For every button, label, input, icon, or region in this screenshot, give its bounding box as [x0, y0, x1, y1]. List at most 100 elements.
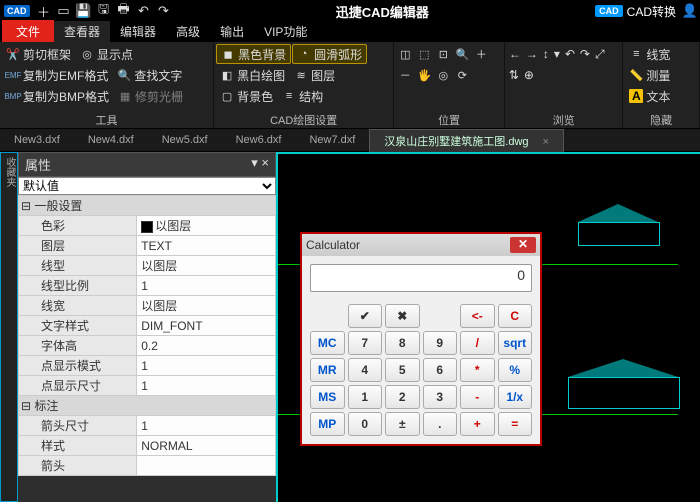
cat-general[interactable]: ⊟ 一般设置: [19, 196, 276, 216]
pos-button-1[interactable]: ◫: [396, 44, 414, 64]
pos-button-3[interactable]: ⊡: [434, 44, 452, 64]
calc-key-4[interactable]: 4: [348, 358, 383, 382]
calc-key-1/x[interactable]: 1/x: [498, 385, 533, 409]
group-tools-label: 工具: [0, 112, 213, 128]
plus-icon[interactable]: ＋: [34, 2, 54, 20]
browse-right[interactable]: →: [524, 44, 540, 64]
undo-icon[interactable]: ↶: [134, 2, 154, 20]
calc-key-=[interactable]: =: [498, 412, 533, 436]
browse-more[interactable]: ▾: [552, 44, 562, 64]
print-icon[interactable]: 🖶: [114, 2, 134, 20]
menu-viewer[interactable]: 查看器: [54, 21, 110, 42]
pos-button-9[interactable]: ⟳: [453, 65, 471, 85]
save-icon[interactable]: 💾: [74, 2, 94, 20]
text-button[interactable]: A文本: [625, 86, 674, 106]
pos-button-8[interactable]: ◎: [434, 65, 452, 85]
doctab-active[interactable]: 汉泉山庄别墅建筑施工图.dwg×: [369, 129, 564, 152]
menu-output[interactable]: 输出: [210, 21, 254, 42]
structure-button[interactable]: ≡结构: [278, 86, 327, 106]
saveall-icon[interactable]: 🖫: [94, 2, 114, 20]
browse-a1[interactable]: ↶: [563, 44, 577, 64]
calc-key-±[interactable]: ±: [385, 412, 420, 436]
browse-a2[interactable]: ↷: [578, 44, 592, 64]
find-text-button[interactable]: 🔍查找文字: [113, 65, 186, 85]
doctab[interactable]: New7.dxf: [295, 131, 369, 149]
arc-icon: ◔: [297, 47, 311, 61]
pos-button-5[interactable]: ＋: [472, 44, 490, 64]
pos-button-2[interactable]: ⬚: [415, 44, 433, 64]
pos-button-4[interactable]: 🔍: [453, 44, 471, 64]
properties-pin-icon[interactable]: ▾ ×: [251, 155, 269, 174]
close-tab-icon[interactable]: ×: [543, 136, 549, 148]
doctab[interactable]: New3.dxf: [0, 131, 74, 149]
pos-button-7[interactable]: 🖐: [415, 65, 433, 85]
calc-key-C[interactable]: C: [498, 304, 533, 328]
calc-key-✔[interactable]: ✔: [348, 304, 383, 328]
calc-key-.[interactable]: .: [423, 412, 458, 436]
doctab[interactable]: New4.dxf: [74, 131, 148, 149]
black-bg-button[interactable]: ◼黑色背景: [216, 44, 291, 64]
calc-key-2[interactable]: 2: [385, 385, 420, 409]
calc-key-0[interactable]: 0: [348, 412, 383, 436]
layer-button[interactable]: ≋图层: [290, 65, 339, 85]
clip-frame-button[interactable]: ✂️剪切框架: [2, 44, 75, 64]
browse-a4[interactable]: ⇅: [507, 65, 521, 85]
calc-key-MC[interactable]: MC: [310, 331, 345, 355]
linewidth-button[interactable]: ≡线宽: [625, 44, 674, 64]
browse-a5[interactable]: ⊕: [522, 65, 536, 85]
text-a-icon: A: [629, 89, 643, 103]
smooth-arc-button[interactable]: ◔圆滑弧形: [292, 44, 367, 64]
calc-key-3[interactable]: 3: [423, 385, 458, 409]
calc-key-+[interactable]: +: [460, 412, 495, 436]
doctab[interactable]: New5.dxf: [148, 131, 222, 149]
calc-key--[interactable]: -: [460, 385, 495, 409]
calc-key-%[interactable]: %: [498, 358, 533, 382]
calc-key-*[interactable]: *: [460, 358, 495, 382]
browse-up[interactable]: ↕: [541, 44, 551, 64]
show-point-button[interactable]: ◎显示点: [76, 44, 137, 64]
redo-icon[interactable]: ↷: [154, 2, 174, 20]
calc-key-7[interactable]: 7: [348, 331, 383, 355]
bgcolor-button[interactable]: ▢背景色: [216, 86, 277, 106]
calc-key-✖[interactable]: ✖: [385, 304, 420, 328]
menu-vip[interactable]: VIP功能: [254, 21, 317, 42]
calculator-window[interactable]: Calculator ✕ 0 ✔✖<-CMC789/sqrtMR456*%MS1…: [300, 232, 542, 446]
browse-a3[interactable]: ⤢: [593, 44, 607, 64]
menu-editor[interactable]: 编辑器: [110, 21, 166, 42]
app-title: 迅捷CAD编辑器: [174, 2, 592, 21]
copy-emf-button[interactable]: EMF复制为EMF格式: [2, 65, 112, 85]
calculator-title: Calculator: [306, 238, 360, 252]
app-logo[interactable]: CAD: [4, 5, 30, 17]
calculator-titlebar[interactable]: Calculator ✕: [302, 234, 540, 256]
cat-annot[interactable]: ⊟ 标注: [19, 396, 276, 416]
copy-bmp-button[interactable]: BMP复制为BMP格式: [2, 86, 113, 106]
user-icon[interactable]: 👤: [680, 2, 700, 20]
calc-key-sqrt[interactable]: sqrt: [498, 331, 533, 355]
menu-advanced[interactable]: 高级: [166, 21, 210, 42]
menu-file[interactable]: 文件: [2, 20, 54, 42]
bw-draw-button[interactable]: ◧黑白绘图: [216, 65, 289, 85]
calc-key-9[interactable]: 9: [423, 331, 458, 355]
calc-key-1[interactable]: 1: [348, 385, 383, 409]
calc-key-MR[interactable]: MR: [310, 358, 345, 382]
favorites-sidebar[interactable]: 收藏夹: [0, 152, 18, 502]
pos-button-6[interactable]: －: [396, 65, 414, 85]
icon3: ⊡: [436, 47, 450, 61]
calculator-close-icon[interactable]: ✕: [510, 237, 536, 253]
measure-button[interactable]: 📏测量: [625, 65, 674, 85]
calc-key-MS[interactable]: MS: [310, 385, 345, 409]
cad-convert-button[interactable]: CAD CAD转换: [591, 3, 680, 20]
doctab[interactable]: New6.dxf: [222, 131, 296, 149]
calc-key-<-[interactable]: <-: [460, 304, 495, 328]
calc-key-6[interactable]: 6: [423, 358, 458, 382]
open-icon[interactable]: ▭: [54, 2, 74, 20]
calc-key-MP[interactable]: MP: [310, 412, 345, 436]
trim-raster-button[interactable]: ▦修剪光栅: [114, 86, 187, 106]
browse-left[interactable]: ←: [507, 44, 523, 64]
calc-key-/[interactable]: /: [460, 331, 495, 355]
default-select[interactable]: 默认值: [18, 177, 276, 195]
calc-key-8[interactable]: 8: [385, 331, 420, 355]
table-row: 点显示模式1: [19, 356, 276, 376]
calc-key-5[interactable]: 5: [385, 358, 420, 382]
layer-icon: ≋: [294, 68, 308, 82]
